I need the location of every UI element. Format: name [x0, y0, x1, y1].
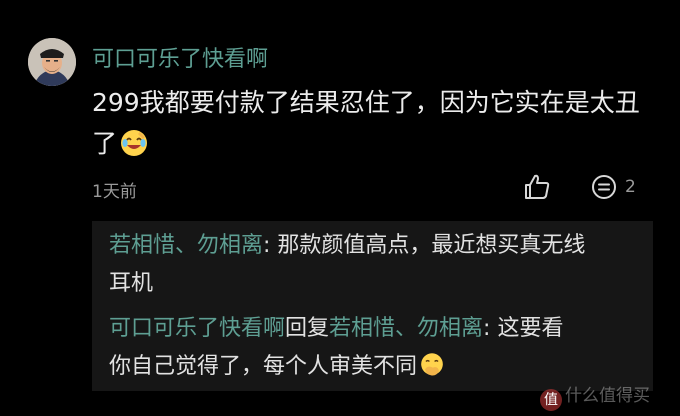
reply-author[interactable]: 若相惜、勿相离: [109, 233, 263, 258]
reply-author[interactable]: 可口可乐了快看啊: [109, 316, 285, 341]
watermark-logo: 值什么值得买: [540, 381, 650, 411]
watermark-badge: 值: [540, 389, 562, 411]
reply-target[interactable]: 若相惜、勿相离: [329, 316, 483, 341]
reply-item[interactable]: 若相惜、勿相离: 那款颜值高点，最近想买真无线 耳机: [109, 227, 639, 303]
like-button[interactable]: [522, 172, 552, 202]
reply-text-line1: 那款颜值高点，最近想买真无线: [277, 233, 586, 258]
reply-text-line2: 耳机: [109, 271, 154, 296]
comment-text-line2: 了: [92, 129, 118, 158]
comment-icon: [592, 175, 616, 199]
comment-text: 299我都要付款了结果忍住了，因为它实在是太丑 了: [92, 82, 652, 164]
comment-text-line1: 299我都要付款了结果忍住了，因为它实在是太丑: [92, 88, 640, 117]
user-avatar[interactable]: [28, 38, 76, 86]
reply-separator: :: [263, 233, 278, 258]
comment-username[interactable]: 可口可乐了快看啊: [92, 41, 268, 73]
replies-panel[interactable]: 若相惜、勿相离: 那款颜值高点，最近想买真无线 耳机 可口可乐了快看啊回复若相惜…: [92, 221, 653, 391]
reply-word: 回复: [285, 316, 330, 341]
reply-text-line2: 你自己觉得了，每个人审美不同: [109, 354, 418, 379]
thumbs-up-icon: [525, 174, 550, 199]
laughing-crying-emoji-icon: [121, 130, 148, 156]
avatar-portrait-image: [28, 38, 76, 86]
reply-text-line1: 这要看: [497, 316, 564, 341]
reply-button[interactable]: [590, 173, 618, 201]
reply-separator: :: [483, 316, 498, 341]
reply-count: 2: [625, 177, 636, 197]
comment-timestamp: 1天前: [92, 182, 137, 202]
watermark-text: 什么值得买: [565, 386, 650, 406]
thinking-hand-over-mouth-emoji-icon: [421, 353, 443, 376]
reply-item[interactable]: 可口可乐了快看啊回复若相惜、勿相离: 这要看 你自己觉得了，每个人审美不同: [109, 310, 639, 386]
